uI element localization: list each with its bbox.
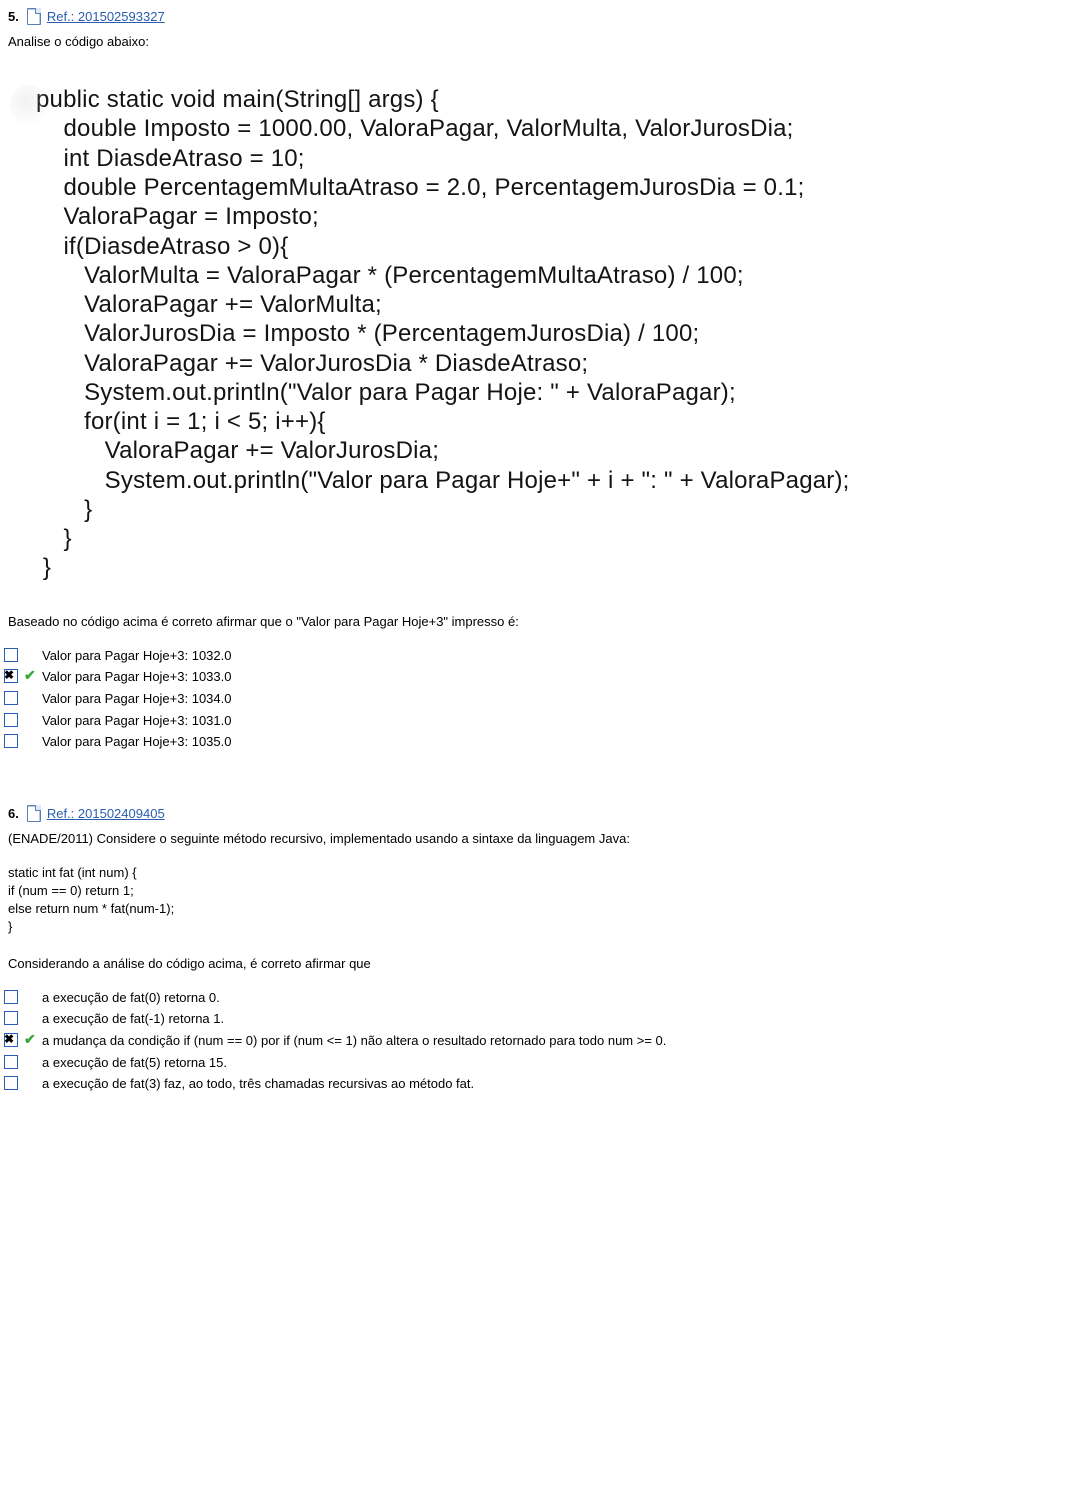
question-ref-link[interactable]: Ref.: 201502409405 xyxy=(27,805,165,822)
option-checkbox[interactable] xyxy=(4,691,18,705)
question-body: static int fat (int num) { if (num == 0)… xyxy=(0,858,1065,983)
option-row[interactable]: Valor para Pagar Hoje+3: 1035.0 xyxy=(2,731,1065,753)
option-row[interactable]: a execução de fat(5) retorna 15. xyxy=(2,1052,1065,1074)
code-block: public static void main(String[] args) {… xyxy=(0,61,1065,607)
option-text: a execução de fat(3) faz, ao todo, três … xyxy=(42,1075,1063,1093)
option-checkbox[interactable] xyxy=(4,713,18,727)
option-text: Valor para Pagar Hoje+3: 1032.0 xyxy=(42,647,1063,665)
option-row[interactable]: ✔ a mudança da condição if (num == 0) por… xyxy=(2,1030,1065,1052)
page-icon xyxy=(27,805,41,822)
question-6: 6. Ref.: 201502409405 (ENADE/2011) Consi… xyxy=(0,797,1065,1109)
question-stem: Analise o código abaixo: xyxy=(0,27,1065,61)
option-text: a execução de fat(-1) retorna 1. xyxy=(42,1010,1063,1028)
option-text: a execução de fat(0) retorna 0. xyxy=(42,989,1063,1007)
question-5: 5. Ref.: 201502593327 Analise o código a… xyxy=(0,0,1065,767)
option-checkbox[interactable] xyxy=(4,734,18,748)
question-ref-label: Ref.: 201502409405 xyxy=(47,806,165,821)
option-row[interactable]: Valor para Pagar Hoje+3: 1032.0 xyxy=(2,645,1065,667)
option-checkbox[interactable] xyxy=(4,669,18,683)
options-list: Valor para Pagar Hoje+3: 1032.0 ✔ Valor pa… xyxy=(0,641,1065,757)
page-icon xyxy=(27,8,41,25)
option-text: a mudança da condição if (num == 0) por … xyxy=(42,1032,1063,1050)
option-row[interactable]: a execução de fat(-1) retorna 1. xyxy=(2,1008,1065,1030)
option-checkbox[interactable] xyxy=(4,990,18,1004)
question-ref-label: Ref.: 201502593327 xyxy=(47,9,165,24)
question-followup: Baseado no código acima é correto afirma… xyxy=(0,607,1065,641)
option-text: a execução de fat(5) retorna 15. xyxy=(42,1054,1063,1072)
options-list: a execução de fat(0) retorna 0. a execuçã… xyxy=(0,983,1065,1099)
correct-tick-icon: ✔ xyxy=(24,668,36,682)
question-stem: (ENADE/2011) Considere o seguinte método… xyxy=(0,824,1065,858)
option-text: Valor para Pagar Hoje+3: 1035.0 xyxy=(42,733,1063,751)
option-checkbox[interactable] xyxy=(4,1076,18,1090)
option-row[interactable]: ✔ Valor para Pagar Hoje+3: 1033.0 xyxy=(2,666,1065,688)
option-text: Valor para Pagar Hoje+3: 1031.0 xyxy=(42,712,1063,730)
question-number: 6. xyxy=(8,806,19,821)
question-number: 5. xyxy=(8,9,19,24)
option-text: Valor para Pagar Hoje+3: 1034.0 xyxy=(42,690,1063,708)
option-checkbox[interactable] xyxy=(4,1033,18,1047)
option-checkbox[interactable] xyxy=(4,1055,18,1069)
option-text: Valor para Pagar Hoje+3: 1033.0 xyxy=(42,668,1063,686)
option-row[interactable]: Valor para Pagar Hoje+3: 1034.0 xyxy=(2,688,1065,710)
option-checkbox[interactable] xyxy=(4,1011,18,1025)
correct-tick-icon: ✔ xyxy=(24,1032,36,1046)
option-checkbox[interactable] xyxy=(4,648,18,662)
option-row[interactable]: a execução de fat(0) retorna 0. xyxy=(2,987,1065,1009)
option-row[interactable]: Valor para Pagar Hoje+3: 1031.0 xyxy=(2,710,1065,732)
option-row[interactable]: a execução de fat(3) faz, ao todo, três … xyxy=(2,1073,1065,1095)
question-ref-link[interactable]: Ref.: 201502593327 xyxy=(27,8,165,25)
